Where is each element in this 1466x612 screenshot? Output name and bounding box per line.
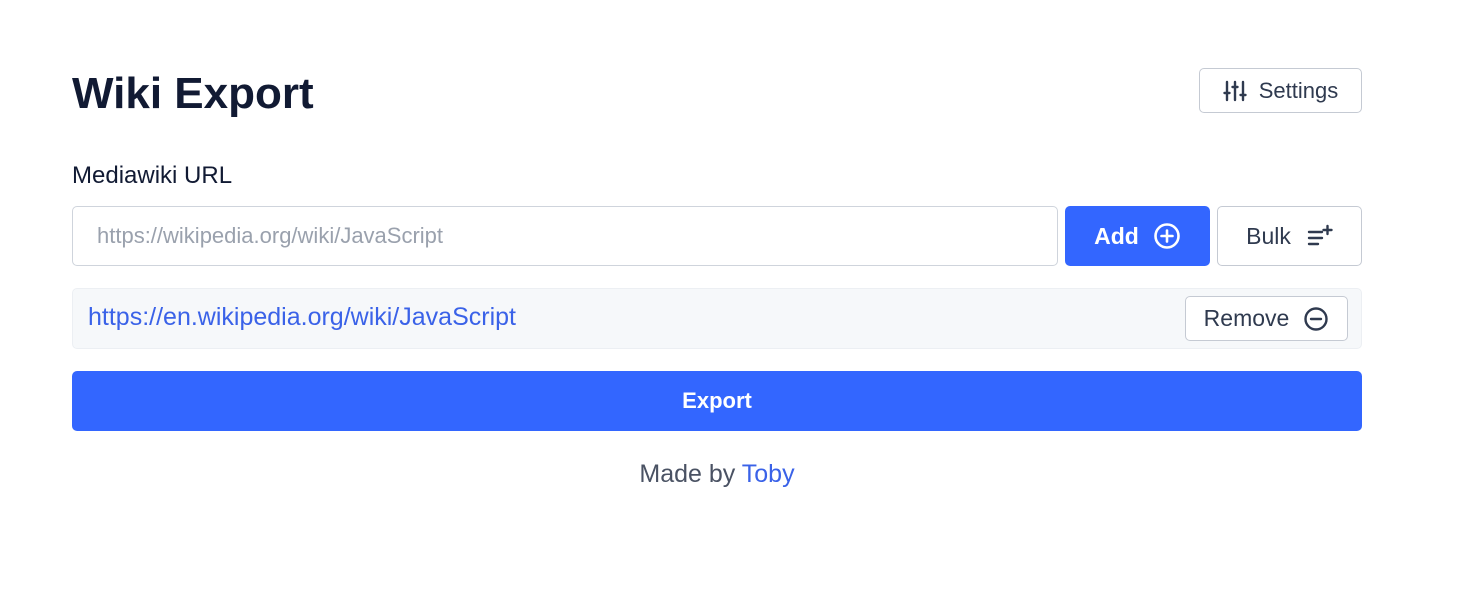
bulk-label: Bulk [1246, 222, 1291, 249]
sliders-icon [1223, 79, 1247, 103]
page: Wiki Export Settings Mediawiki URL Add [0, 0, 1466, 612]
minus-circle-icon [1303, 306, 1329, 332]
footer-prefix: Made by [639, 460, 736, 488]
remove-button[interactable]: Remove [1185, 296, 1348, 341]
list-add-icon [1307, 224, 1333, 248]
remove-label: Remove [1203, 305, 1290, 331]
author-link[interactable]: Toby [742, 460, 795, 488]
page-title: Wiki Export [72, 69, 314, 118]
add-button[interactable]: Add [1065, 206, 1210, 266]
settings-label: Settings [1258, 77, 1339, 103]
plus-circle-icon [1153, 222, 1181, 250]
bulk-button[interactable]: Bulk [1217, 206, 1362, 266]
url-input[interactable] [72, 206, 1058, 266]
settings-button[interactable]: Settings [1199, 68, 1362, 113]
add-label: Add [1094, 222, 1139, 249]
url-field-label: Mediawiki URL [72, 162, 233, 189]
url-list-item: https://en.wikipedia.org/wiki/JavaScript… [72, 288, 1362, 349]
footer: Made by Toby [72, 458, 1362, 490]
export-button[interactable]: Export [72, 371, 1362, 431]
url-link[interactable]: https://en.wikipedia.org/wiki/JavaScript [88, 301, 516, 333]
